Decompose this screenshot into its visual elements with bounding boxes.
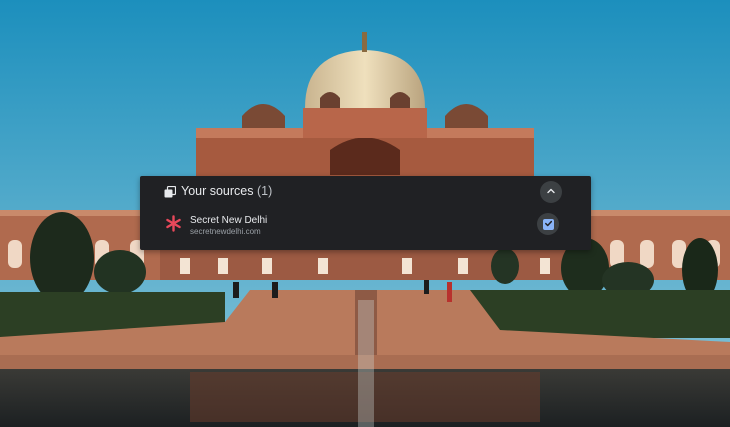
source-checkbox-button[interactable] — [537, 213, 559, 235]
checkmark-icon — [544, 215, 553, 233]
source-url: secretnewdelhi.com — [190, 227, 261, 236]
collapse-button[interactable] — [540, 181, 562, 203]
panel-title: Your sources (1) — [181, 184, 272, 198]
source-count: (1) — [256, 184, 273, 198]
sources-panel-header: Your sources (1) — [140, 176, 591, 206]
panel-title-text: Your sources — [181, 184, 254, 198]
source-logo-icon — [165, 215, 182, 232]
sources-icon — [164, 185, 177, 198]
sources-panel: Your sources (1) Secret New Delhi secret… — [140, 176, 591, 250]
chevron-up-icon — [546, 183, 556, 201]
source-checkbox[interactable] — [542, 218, 554, 230]
source-item[interactable]: Secret New Delhi secretnewdelhi.com — [140, 210, 591, 246]
source-name: Secret New Delhi — [190, 215, 268, 226]
